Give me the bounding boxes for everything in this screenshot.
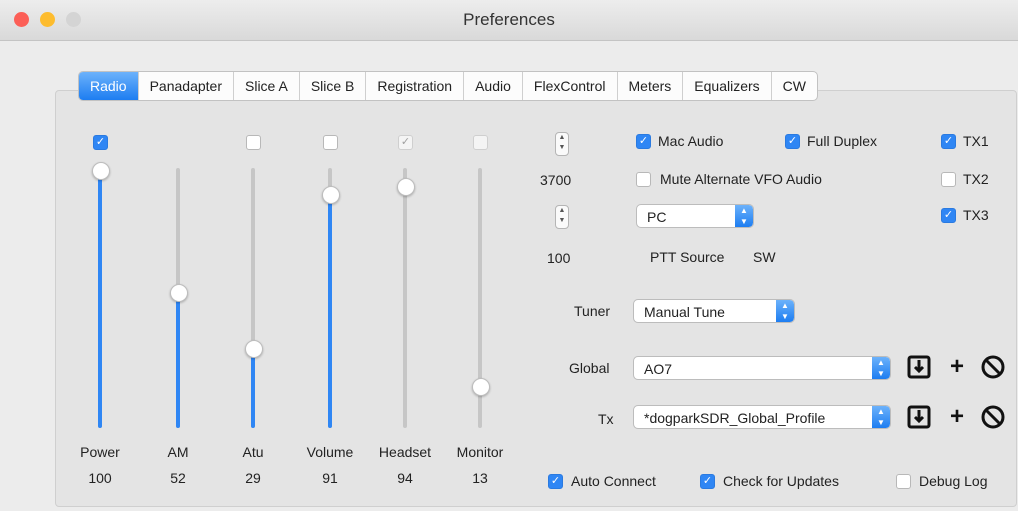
- ptt-select-value: PC: [647, 209, 667, 225]
- power-checkbox[interactable]: ✓: [93, 135, 108, 150]
- auto-connect-checkbox[interactable]: ✓: [548, 474, 563, 489]
- tab-registration[interactable]: Registration: [366, 72, 465, 100]
- tune-value: 100: [547, 250, 571, 266]
- power-slider-knob[interactable]: [92, 162, 110, 180]
- volume-checkbox[interactable]: [323, 135, 338, 150]
- rf-value: 3700: [540, 172, 572, 188]
- monitor-label: Monitor: [456, 444, 504, 460]
- full-duplex-label: Full Duplex: [807, 133, 878, 149]
- tx-profile-value: *dogparkSDR_Global_Profile: [644, 410, 826, 426]
- mac-audio-checkbox[interactable]: ✓: [636, 134, 651, 149]
- window-title: Preferences: [463, 10, 555, 29]
- chevron-updown-icon: ▲ ▼: [872, 357, 890, 379]
- am-label: AM: [167, 444, 189, 460]
- debug-log-checkbox[interactable]: [896, 474, 911, 489]
- power-slider[interactable]: [92, 162, 110, 428]
- ptt-select[interactable]: PC ▲ ▼: [636, 204, 754, 228]
- tab-equalizers[interactable]: Equalizers: [683, 72, 772, 100]
- atu-checkbox[interactable]: [246, 135, 261, 150]
- volume-slider[interactable]: [322, 168, 340, 428]
- tab-meters[interactable]: Meters: [618, 72, 684, 100]
- delete-tx-profile-icon[interactable]: [980, 404, 1006, 430]
- am-value: 52: [170, 470, 186, 486]
- auto-connect-label: Auto Connect: [571, 473, 656, 489]
- monitor-slider[interactable]: [472, 168, 490, 428]
- tab-slice-a[interactable]: Slice A: [234, 72, 300, 100]
- mute-alt-vfo-label: Mute Alternate VFO Audio: [660, 171, 822, 187]
- tab-cw[interactable]: CW: [772, 72, 817, 100]
- chevron-updown-icon: ▲ ▼: [776, 300, 794, 322]
- tx3-checkbox[interactable]: ✓: [941, 208, 956, 223]
- tuner-select[interactable]: Manual Tune ▲ ▼: [633, 299, 795, 323]
- tx-profile-select[interactable]: *dogparkSDR_Global_Profile ▲ ▼: [633, 405, 891, 429]
- tx3-label: TX3: [963, 207, 989, 223]
- ptt-source-value: SW: [753, 249, 776, 265]
- full-duplex-checkbox[interactable]: ✓: [785, 134, 800, 149]
- tab-panadapter[interactable]: Panadapter: [139, 72, 234, 100]
- tab-audio[interactable]: Audio: [464, 72, 523, 100]
- volume-label: Volume: [306, 444, 354, 460]
- monitor-value: 13: [472, 470, 488, 486]
- tuner-select-value: Manual Tune: [644, 304, 725, 320]
- headset-value: 94: [397, 470, 413, 486]
- tuner-label: Tuner: [574, 303, 611, 319]
- headset-slider[interactable]: [397, 168, 415, 428]
- tune-stepper[interactable]: ▲ ▼: [555, 205, 569, 229]
- volume-value: 91: [322, 470, 338, 486]
- check-updates-label: Check for Updates: [723, 473, 839, 489]
- title-bar: Preferences: [0, 0, 1018, 41]
- save-profile-icon[interactable]: [906, 354, 932, 380]
- power-value: 100: [88, 470, 112, 486]
- monitor-checkbox[interactable]: [473, 135, 488, 150]
- tx1-checkbox[interactable]: ✓: [941, 134, 956, 149]
- rf-stepper[interactable]: ▲ ▼: [555, 132, 569, 156]
- tx-label: Tx: [598, 411, 614, 427]
- atu-slider-knob[interactable]: [245, 340, 263, 358]
- add-profile-icon[interactable]: +: [944, 354, 970, 380]
- tab-flexcontrol[interactable]: FlexControl: [523, 72, 618, 100]
- save-tx-profile-icon[interactable]: [906, 404, 932, 430]
- am-slider-knob[interactable]: [170, 284, 188, 302]
- global-label: Global: [569, 360, 610, 376]
- check-updates-checkbox[interactable]: ✓: [700, 474, 715, 489]
- power-label: Power: [80, 444, 120, 460]
- mac-audio-label: Mac Audio: [658, 133, 724, 149]
- chevron-updown-icon: ▲ ▼: [872, 406, 890, 428]
- tx2-label: TX2: [963, 171, 989, 187]
- chevron-updown-icon: ▲ ▼: [735, 205, 753, 227]
- tab-bar: Radio Panadapter Slice A Slice B Registr…: [78, 71, 818, 101]
- ptt-source-label: PTT Source: [650, 249, 725, 265]
- tx1-label: TX1: [963, 133, 989, 149]
- am-slider[interactable]: [170, 168, 188, 428]
- debug-log-label: Debug Log: [919, 473, 988, 489]
- add-tx-profile-icon[interactable]: +: [944, 404, 970, 430]
- tab-slice-b[interactable]: Slice B: [300, 72, 367, 100]
- global-profile-value: AO7: [644, 361, 673, 377]
- atu-value: 29: [245, 470, 261, 486]
- atu-label: Atu: [242, 444, 264, 460]
- monitor-slider-knob[interactable]: [472, 378, 490, 396]
- atu-slider[interactable]: [245, 168, 263, 428]
- volume-slider-knob[interactable]: [322, 186, 340, 204]
- headset-checkbox[interactable]: ✓: [398, 135, 413, 150]
- global-profile-select[interactable]: AO7 ▲ ▼: [633, 356, 891, 380]
- headset-slider-knob[interactable]: [397, 178, 415, 196]
- mute-alt-vfo-checkbox[interactable]: [636, 172, 651, 187]
- tab-radio[interactable]: Radio: [79, 72, 139, 100]
- tx2-checkbox[interactable]: [941, 172, 956, 187]
- delete-profile-icon[interactable]: [980, 354, 1006, 380]
- headset-label: Headset: [378, 444, 432, 460]
